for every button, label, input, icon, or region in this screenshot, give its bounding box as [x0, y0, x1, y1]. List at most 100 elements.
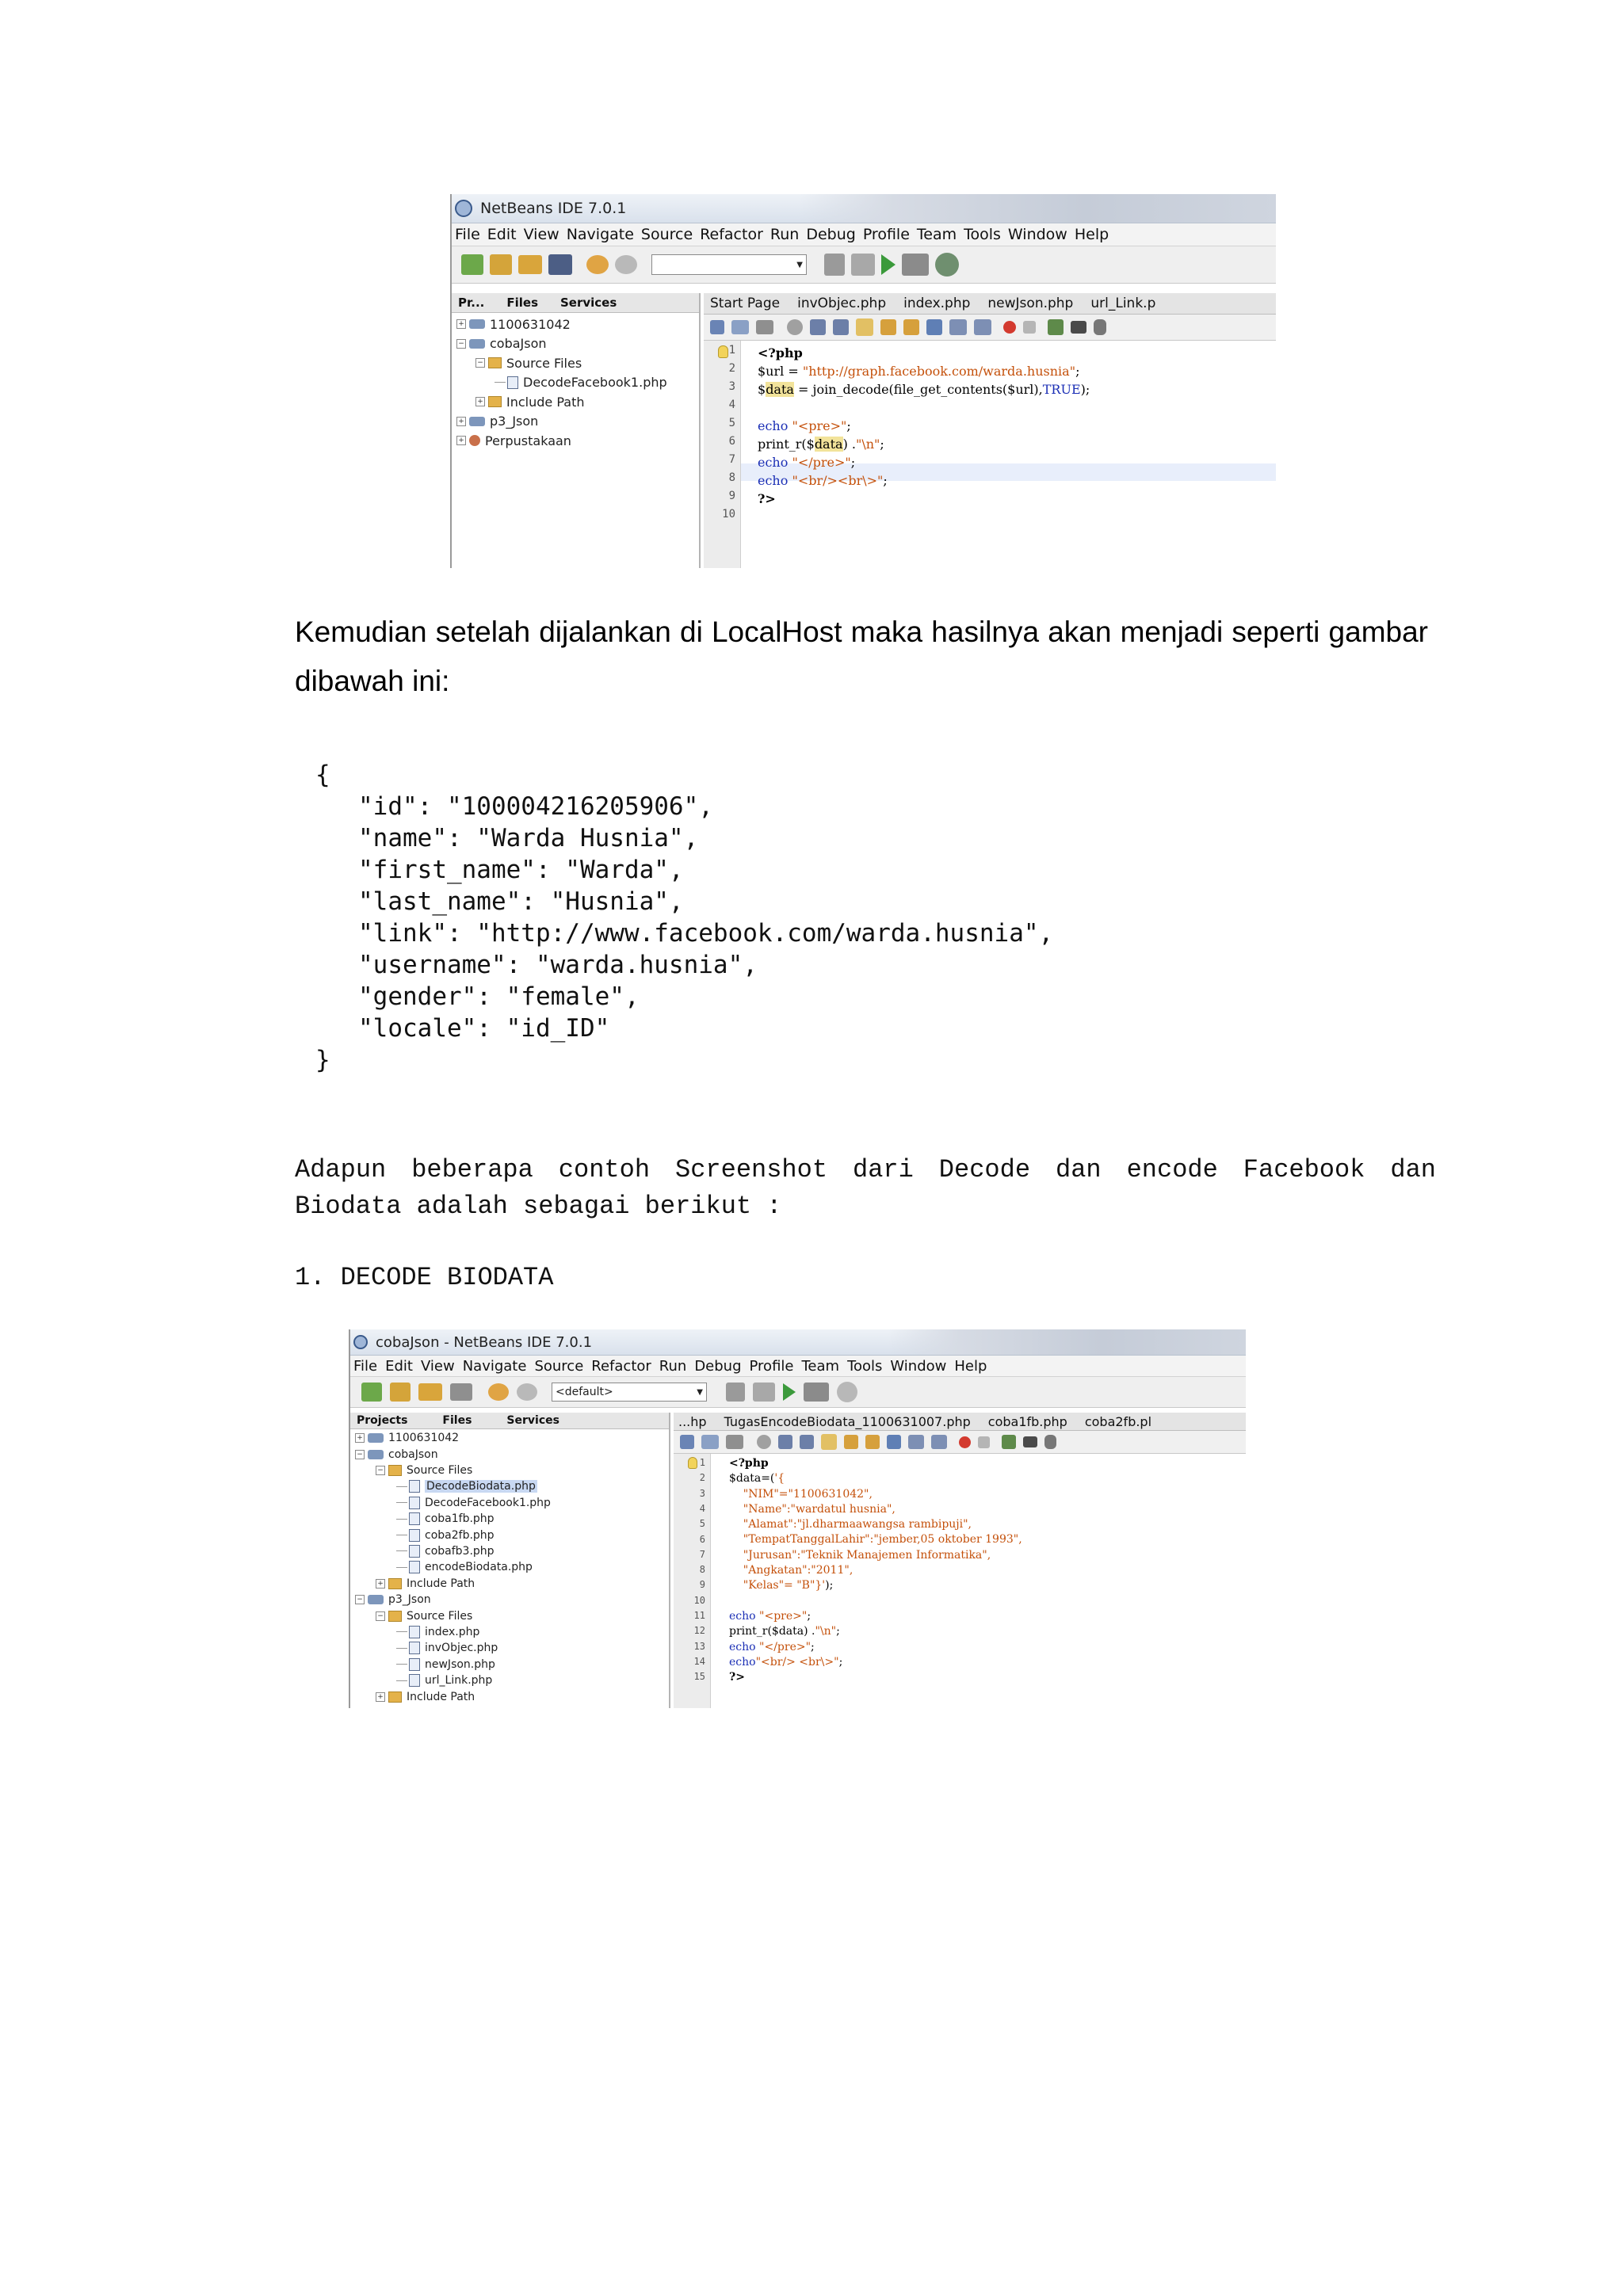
- tree-item[interactable]: coba1fb.php: [396, 1511, 495, 1527]
- expand-toggle-icon[interactable]: +: [355, 1433, 365, 1444]
- panel-tab-projects[interactable]: Projects: [357, 1414, 407, 1427]
- build-icon[interactable]: [824, 254, 845, 276]
- menu-item-window[interactable]: Window: [890, 1358, 946, 1375]
- debug-icon[interactable]: [804, 1383, 829, 1402]
- back-icon[interactable]: [756, 320, 773, 334]
- shift-right-icon[interactable]: [931, 1435, 947, 1449]
- expand-toggle-icon[interactable]: −: [376, 1611, 385, 1621]
- toggle-bookmark-icon[interactable]: [887, 1435, 901, 1449]
- expand-toggle-icon[interactable]: −: [376, 1465, 385, 1475]
- prev-bookmark-icon[interactable]: [844, 1435, 858, 1449]
- menu-item-window[interactable]: Window: [1008, 226, 1067, 243]
- menu-item-tools[interactable]: Tools: [847, 1358, 882, 1375]
- menu-item-refactor[interactable]: Refactor: [591, 1358, 651, 1375]
- tree-item[interactable]: DecodeFacebook1.php: [495, 373, 667, 393]
- menu-item-team[interactable]: Team: [917, 226, 957, 243]
- tree-item[interactable]: − Source Files: [376, 1608, 472, 1623]
- database-icon[interactable]: [1094, 319, 1106, 335]
- tree-item[interactable]: − Source Files: [475, 353, 582, 373]
- history-icon[interactable]: [701, 1435, 719, 1449]
- uncomment-icon[interactable]: [1071, 321, 1086, 334]
- expand-toggle-icon[interactable]: +: [456, 416, 466, 426]
- shift-left-icon[interactable]: [949, 319, 967, 335]
- tree-item[interactable]: − cobaJson: [456, 334, 547, 354]
- record-macro-icon[interactable]: [1003, 321, 1016, 334]
- editor-tab[interactable]: newJson.php: [987, 296, 1073, 311]
- expand-toggle-icon[interactable]: +: [475, 397, 485, 407]
- panel-tab-pr[interactable]: Pr...: [458, 296, 484, 310]
- comment-icon[interactable]: [1048, 319, 1064, 335]
- tree-item[interactable]: invObjec.php: [396, 1640, 498, 1656]
- menu-item-help[interactable]: Help: [954, 1358, 987, 1375]
- find-next-icon[interactable]: [800, 1435, 814, 1449]
- tree-item[interactable]: + Include Path: [475, 392, 584, 412]
- tree-item[interactable]: encodeBiodata.php: [396, 1559, 533, 1575]
- find-prev-icon[interactable]: [810, 319, 826, 335]
- expand-toggle-icon[interactable]: −: [475, 358, 485, 368]
- config-combo[interactable]: ▼: [651, 254, 807, 275]
- editor-tab[interactable]: TugasEncodeBiodata_1100631007.php: [724, 1414, 971, 1429]
- tree-item[interactable]: DecodeBiodata.php: [396, 1478, 537, 1494]
- menu-item-profile[interactable]: Profile: [863, 226, 910, 243]
- tree-item[interactable]: coba2fb.php: [396, 1527, 495, 1543]
- menu-item-run[interactable]: Run: [659, 1358, 687, 1375]
- prev-bookmark-icon[interactable]: [880, 319, 896, 335]
- editor-tab[interactable]: coba2fb.pl: [1085, 1414, 1151, 1429]
- find-icon[interactable]: [787, 319, 803, 335]
- database-icon[interactable]: [1044, 1435, 1056, 1449]
- find-next-icon[interactable]: [833, 319, 849, 335]
- stop-macro-icon[interactable]: [978, 1436, 990, 1448]
- tree-item[interactable]: url_Link.php: [396, 1672, 492, 1688]
- tree-item[interactable]: + Include Path: [376, 1576, 475, 1592]
- new-project-icon[interactable]: [390, 1383, 411, 1402]
- menu-item-run[interactable]: Run: [770, 226, 799, 243]
- editor-tab[interactable]: ...hp: [678, 1414, 707, 1429]
- menu-item-debug[interactable]: Debug: [694, 1358, 741, 1375]
- open-project-icon[interactable]: [518, 255, 542, 274]
- menu-item-source[interactable]: Source: [534, 1358, 583, 1375]
- tree-item[interactable]: − p3_Json: [355, 1592, 431, 1608]
- clean-build-icon[interactable]: [851, 254, 875, 276]
- next-bookmark-icon[interactable]: [903, 319, 919, 335]
- tree-item[interactable]: DecodeFacebook1.php: [396, 1495, 551, 1511]
- menu-item-help[interactable]: Help: [1075, 226, 1109, 243]
- undo-icon[interactable]: [488, 1383, 509, 1401]
- tree-item[interactable]: + Perpustakaan: [456, 431, 571, 451]
- panel-tab-files[interactable]: Files: [442, 1414, 472, 1427]
- tree-item[interactable]: + Include Path: [376, 1688, 475, 1704]
- new-file-icon[interactable]: [361, 1383, 382, 1402]
- toggle-bookmark-icon[interactable]: [926, 319, 942, 335]
- tree-item[interactable]: +1100631042: [355, 1430, 459, 1446]
- tree-item[interactable]: cobafb3.php: [396, 1543, 495, 1559]
- menu-item-file[interactable]: File: [353, 1358, 377, 1375]
- expand-toggle-icon[interactable]: +: [376, 1691, 385, 1702]
- menu-item-navigate[interactable]: Navigate: [567, 226, 634, 243]
- run-icon[interactable]: [783, 1383, 796, 1401]
- menu-item-team[interactable]: Team: [801, 1358, 839, 1375]
- profile-icon[interactable]: [837, 1382, 857, 1402]
- tree-item[interactable]: + p3_Json: [456, 412, 538, 432]
- menu-item-edit[interactable]: Edit: [385, 1358, 413, 1375]
- run-icon[interactable]: [881, 254, 896, 275]
- panel-tab-services[interactable]: Services: [506, 1414, 559, 1427]
- expand-toggle-icon[interactable]: +: [456, 319, 466, 330]
- panel-tab-files[interactable]: Files: [506, 296, 538, 310]
- expand-toggle-icon[interactable]: +: [456, 436, 466, 446]
- editor-tab[interactable]: invObjec.php: [797, 296, 886, 311]
- menu-item-debug[interactable]: Debug: [806, 226, 855, 243]
- new-project-icon[interactable]: [490, 254, 512, 275]
- tree-item[interactable]: − Source Files: [376, 1463, 472, 1478]
- next-bookmark-icon[interactable]: [865, 1435, 880, 1449]
- save-all-icon[interactable]: [548, 254, 572, 275]
- editor-tab[interactable]: url_Link.p: [1090, 296, 1155, 311]
- save-all-icon[interactable]: [450, 1383, 472, 1401]
- toggle-highlight-icon[interactable]: [856, 318, 873, 336]
- back-icon[interactable]: [726, 1435, 743, 1449]
- menu-item-edit[interactable]: Edit: [487, 226, 517, 243]
- config-combo[interactable]: <default> ▼: [552, 1383, 707, 1402]
- expand-toggle-icon[interactable]: −: [355, 1449, 365, 1459]
- comment-icon[interactable]: [1002, 1435, 1016, 1449]
- history-icon[interactable]: [731, 320, 749, 334]
- stop-macro-icon[interactable]: [1023, 321, 1036, 334]
- clean-build-icon[interactable]: [753, 1383, 775, 1402]
